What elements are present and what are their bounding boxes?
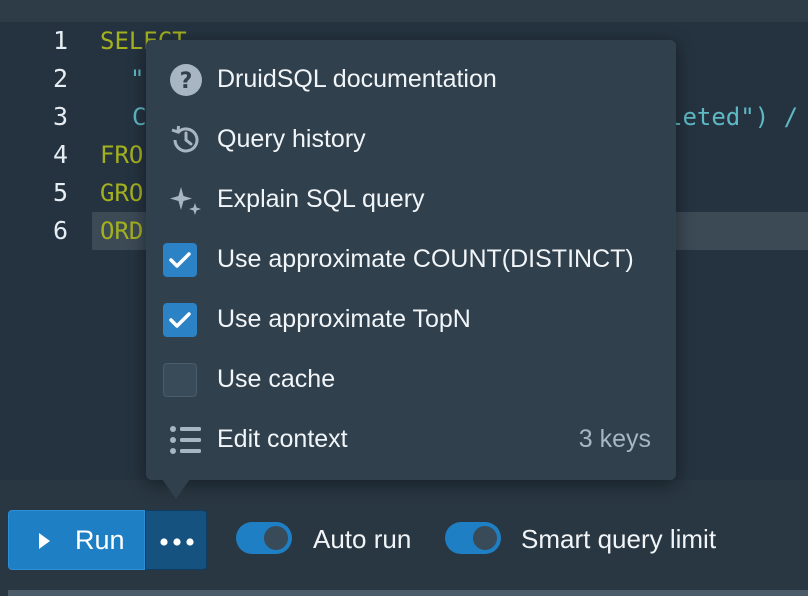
line-number: 4 — [52, 140, 68, 169]
code-line: FRO — [100, 136, 143, 174]
smart-query-limit-switch[interactable] — [445, 522, 501, 554]
more-icon — [160, 538, 194, 546]
menu-item-label: Edit context — [217, 425, 348, 453]
sql-identifier: C — [132, 103, 147, 131]
results-pane-edge — [8, 590, 808, 596]
sparkles-icon — [170, 187, 201, 215]
auto-run-switch[interactable] — [236, 522, 292, 554]
more-options-button[interactable] — [145, 510, 207, 570]
smart-query-limit-label: Smart query limit — [521, 524, 717, 554]
context-keys-count: 3 keys — [578, 425, 651, 453]
code-line: GRO — [100, 174, 143, 212]
menu-item-query-history[interactable]: Query history — [146, 110, 676, 170]
top-strip — [0, 0, 808, 22]
menu-item-label: Use approximate TopN — [217, 305, 471, 333]
code-line: leted") / — [668, 98, 798, 136]
sql-keyword: GRO — [100, 179, 144, 207]
menu-item-label: Use approximate COUNT(DISTINCT) — [217, 245, 634, 273]
switch-knob — [473, 526, 497, 550]
menu-item-approx-topn[interactable]: Use approximate TopN — [146, 290, 676, 350]
code-line: " — [130, 60, 144, 98]
use-cache-checkbox[interactable] — [163, 363, 197, 397]
code-line: C — [132, 98, 146, 136]
sql-keyword: ORD — [100, 217, 144, 245]
list-icon — [170, 426, 201, 454]
auto-run-label: Auto run — [313, 524, 412, 554]
line-number: 2 — [52, 64, 68, 93]
svg-text:?: ? — [180, 69, 193, 94]
switch-knob — [264, 526, 288, 550]
code-line: ORD — [100, 212, 143, 250]
history-icon — [171, 125, 199, 153]
menu-item-label: Query history — [217, 125, 366, 153]
run-button[interactable]: Run — [8, 510, 145, 570]
popover-arrow — [162, 479, 190, 499]
menu-item-documentation[interactable]: ? DruidSQL documentation — [146, 50, 676, 110]
menu-item-label: Use cache — [217, 365, 336, 393]
line-number: 5 — [52, 178, 68, 207]
approx-topn-checkbox[interactable] — [163, 303, 197, 337]
checkmark-icon — [169, 312, 191, 328]
menu-item-approx-count-distinct[interactable]: Use approximate COUNT(DISTINCT) — [146, 230, 676, 290]
menu-item-explain-sql[interactable]: Explain SQL query — [146, 170, 676, 230]
line-number: 1 — [52, 26, 68, 55]
menu-item-use-cache[interactable]: Use cache — [146, 350, 676, 410]
menu-item-edit-context[interactable]: Edit context 3 keys — [146, 410, 676, 470]
run-options-menu: ? DruidSQL documentation Query history E… — [146, 40, 676, 480]
approx-count-distinct-checkbox[interactable] — [163, 243, 197, 277]
help-circle-icon: ? — [170, 64, 202, 96]
play-icon — [39, 533, 50, 549]
sql-string: leted") / — [668, 103, 799, 131]
sql-keyword: FRO — [100, 141, 144, 169]
line-number-gutter: 1 2 3 4 5 6 — [0, 22, 92, 480]
line-number: 3 — [52, 102, 68, 131]
run-button-label: Run — [75, 525, 125, 555]
menu-item-label: DruidSQL documentation — [217, 65, 497, 93]
line-number: 6 — [52, 216, 68, 245]
sql-string: " — [130, 65, 145, 93]
checkmark-icon — [169, 252, 191, 268]
menu-item-label: Explain SQL query — [217, 185, 425, 213]
